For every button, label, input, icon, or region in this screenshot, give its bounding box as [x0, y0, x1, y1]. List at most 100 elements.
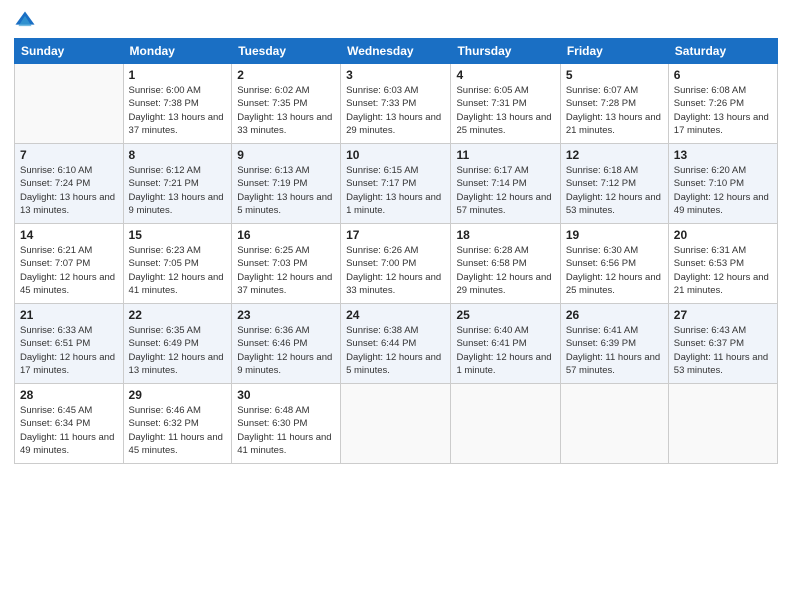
calendar-cell: 21 Sunrise: 6:33 AMSunset: 6:51 PMDayligh… — [15, 304, 124, 384]
calendar-cell: 4Sunrise: 6:05 AMSunset: 7:31 PMDaylight… — [451, 64, 560, 144]
weekday-header: Monday — [123, 39, 232, 64]
day-number: 2 — [237, 68, 335, 82]
calendar-cell: 13 Sunrise: 6:20 AMSunset: 7:10 PMDayligh… — [668, 144, 777, 224]
day-number: 30 — [237, 388, 335, 402]
calendar-cell — [451, 384, 560, 464]
weekday-header: Sunday — [15, 39, 124, 64]
day-info: Sunrise: 6:36 AMSunset: 6:46 PMDaylight:… — [237, 324, 335, 377]
calendar-cell — [560, 384, 668, 464]
day-number: 28 — [20, 388, 118, 402]
calendar-cell: 8 Sunrise: 6:12 AMSunset: 7:21 PMDaylight… — [123, 144, 232, 224]
page: SundayMondayTuesdayWednesdayThursdayFrid… — [0, 0, 792, 612]
day-number: 5 — [566, 68, 663, 82]
calendar-cell: 3Sunrise: 6:03 AMSunset: 7:33 PMDaylight… — [341, 64, 451, 144]
day-info: Sunrise: 6:08 AMSunset: 7:26 PMDaylight:… — [674, 84, 772, 137]
calendar-week-row: 28 Sunrise: 6:45 AMSunset: 6:34 PMDayligh… — [15, 384, 778, 464]
calendar-cell: 26Sunrise: 6:41 AMSunset: 6:39 PMDayligh… — [560, 304, 668, 384]
day-number: 6 — [674, 68, 772, 82]
calendar-cell: 5 Sunrise: 6:07 AMSunset: 7:28 PMDaylight… — [560, 64, 668, 144]
calendar-cell — [15, 64, 124, 144]
day-info: Sunrise: 6:26 AMSunset: 7:00 PMDaylight:… — [346, 244, 445, 297]
calendar-header-row: SundayMondayTuesdayWednesdayThursdayFrid… — [15, 39, 778, 64]
day-info: Sunrise: 6:45 AMSunset: 6:34 PMDaylight:… — [20, 404, 118, 457]
day-info: Sunrise: 6:35 AMSunset: 6:49 PMDaylight:… — [129, 324, 227, 377]
calendar-cell: 12 Sunrise: 6:18 AMSunset: 7:12 PMDayligh… — [560, 144, 668, 224]
calendar-cell: 20Sunrise: 6:31 AMSunset: 6:53 PMDayligh… — [668, 224, 777, 304]
calendar-cell — [668, 384, 777, 464]
day-number: 13 — [674, 148, 772, 162]
day-info: Sunrise: 6:46 AMSunset: 6:32 PMDaylight:… — [129, 404, 227, 457]
calendar-cell: 30Sunrise: 6:48 AMSunset: 6:30 PMDayligh… — [232, 384, 341, 464]
day-info: Sunrise: 6:30 AMSunset: 6:56 PMDaylight:… — [566, 244, 663, 297]
calendar-cell: 16Sunrise: 6:25 AMSunset: 7:03 PMDayligh… — [232, 224, 341, 304]
day-number: 14 — [20, 228, 118, 242]
day-number: 12 — [566, 148, 663, 162]
day-number: 27 — [674, 308, 772, 322]
calendar-cell: 1Sunrise: 6:00 AMSunset: 7:38 PMDaylight… — [123, 64, 232, 144]
calendar-week-row: 21 Sunrise: 6:33 AMSunset: 6:51 PMDayligh… — [15, 304, 778, 384]
calendar-cell: 10 Sunrise: 6:15 AMSunset: 7:17 PMDayligh… — [341, 144, 451, 224]
calendar-cell: 29 Sunrise: 6:46 AMSunset: 6:32 PMDayligh… — [123, 384, 232, 464]
day-info: Sunrise: 6:05 AMSunset: 7:31 PMDaylight:… — [456, 84, 554, 137]
calendar: SundayMondayTuesdayWednesdayThursdayFrid… — [14, 38, 778, 464]
calendar-cell: 14 Sunrise: 6:21 AMSunset: 7:07 PMDayligh… — [15, 224, 124, 304]
day-info: Sunrise: 6:21 AMSunset: 7:07 PMDaylight:… — [20, 244, 118, 297]
day-number: 19 — [566, 228, 663, 242]
calendar-cell: 6 Sunrise: 6:08 AMSunset: 7:26 PMDaylight… — [668, 64, 777, 144]
calendar-cell: 25 Sunrise: 6:40 AMSunset: 6:41 PMDayligh… — [451, 304, 560, 384]
day-info: Sunrise: 6:31 AMSunset: 6:53 PMDaylight:… — [674, 244, 772, 297]
day-number: 29 — [129, 388, 227, 402]
day-info: Sunrise: 6:20 AMSunset: 7:10 PMDaylight:… — [674, 164, 772, 217]
day-info: Sunrise: 6:38 AMSunset: 6:44 PMDaylight:… — [346, 324, 445, 377]
day-number: 21 — [20, 308, 118, 322]
calendar-cell: 23 Sunrise: 6:36 AMSunset: 6:46 PMDayligh… — [232, 304, 341, 384]
day-number: 23 — [237, 308, 335, 322]
calendar-cell: 9 Sunrise: 6:13 AMSunset: 7:19 PMDaylight… — [232, 144, 341, 224]
logo — [14, 10, 40, 32]
day-number: 10 — [346, 148, 445, 162]
day-info: Sunrise: 6:33 AMSunset: 6:51 PMDaylight:… — [20, 324, 118, 377]
day-info: Sunrise: 6:00 AMSunset: 7:38 PMDaylight:… — [129, 84, 227, 137]
calendar-cell: 2 Sunrise: 6:02 AMSunset: 7:35 PMDaylight… — [232, 64, 341, 144]
calendar-week-row: 1Sunrise: 6:00 AMSunset: 7:38 PMDaylight… — [15, 64, 778, 144]
day-info: Sunrise: 6:17 AMSunset: 7:14 PMDaylight:… — [456, 164, 554, 217]
calendar-cell: 18 Sunrise: 6:28 AMSunset: 6:58 PMDayligh… — [451, 224, 560, 304]
day-number: 18 — [456, 228, 554, 242]
day-info: Sunrise: 6:13 AMSunset: 7:19 PMDaylight:… — [237, 164, 335, 217]
weekday-header: Friday — [560, 39, 668, 64]
day-info: Sunrise: 6:28 AMSunset: 6:58 PMDaylight:… — [456, 244, 554, 297]
calendar-cell: 19 Sunrise: 6:30 AMSunset: 6:56 PMDayligh… — [560, 224, 668, 304]
day-info: Sunrise: 6:12 AMSunset: 7:21 PMDaylight:… — [129, 164, 227, 217]
calendar-week-row: 7Sunrise: 6:10 AMSunset: 7:24 PMDaylight… — [15, 144, 778, 224]
weekday-header: Tuesday — [232, 39, 341, 64]
calendar-cell: 15Sunrise: 6:23 AMSunset: 7:05 PMDayligh… — [123, 224, 232, 304]
calendar-cell: 17 Sunrise: 6:26 AMSunset: 7:00 PMDayligh… — [341, 224, 451, 304]
day-info: Sunrise: 6:18 AMSunset: 7:12 PMDaylight:… — [566, 164, 663, 217]
weekday-header: Saturday — [668, 39, 777, 64]
header — [14, 10, 778, 32]
calendar-cell — [341, 384, 451, 464]
day-info: Sunrise: 6:40 AMSunset: 6:41 PMDaylight:… — [456, 324, 554, 377]
weekday-header: Wednesday — [341, 39, 451, 64]
day-number: 22 — [129, 308, 227, 322]
weekday-header: Thursday — [451, 39, 560, 64]
day-number: 17 — [346, 228, 445, 242]
day-info: Sunrise: 6:10 AMSunset: 7:24 PMDaylight:… — [20, 164, 118, 217]
day-info: Sunrise: 6:25 AMSunset: 7:03 PMDaylight:… — [237, 244, 335, 297]
day-number: 25 — [456, 308, 554, 322]
day-number: 8 — [129, 148, 227, 162]
day-number: 24 — [346, 308, 445, 322]
day-info: Sunrise: 6:43 AMSunset: 6:37 PMDaylight:… — [674, 324, 772, 377]
day-info: Sunrise: 6:02 AMSunset: 7:35 PMDaylight:… — [237, 84, 335, 137]
calendar-cell: 27 Sunrise: 6:43 AMSunset: 6:37 PMDayligh… — [668, 304, 777, 384]
day-number: 15 — [129, 228, 227, 242]
day-info: Sunrise: 6:41 AMSunset: 6:39 PMDaylight:… — [566, 324, 663, 377]
day-info: Sunrise: 6:15 AMSunset: 7:17 PMDaylight:… — [346, 164, 445, 217]
day-info: Sunrise: 6:07 AMSunset: 7:28 PMDaylight:… — [566, 84, 663, 137]
day-info: Sunrise: 6:03 AMSunset: 7:33 PMDaylight:… — [346, 84, 445, 137]
day-number: 11 — [456, 148, 554, 162]
logo-icon — [14, 10, 36, 32]
calendar-cell: 7Sunrise: 6:10 AMSunset: 7:24 PMDaylight… — [15, 144, 124, 224]
day-number: 9 — [237, 148, 335, 162]
calendar-cell: 22 Sunrise: 6:35 AMSunset: 6:49 PMDayligh… — [123, 304, 232, 384]
